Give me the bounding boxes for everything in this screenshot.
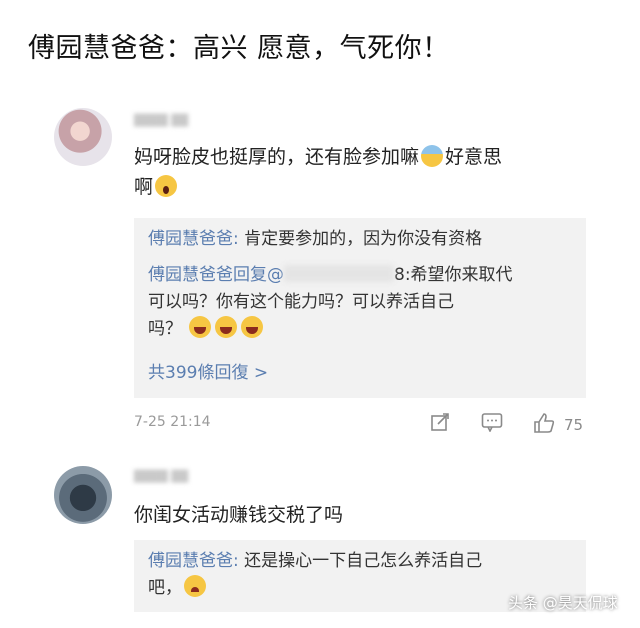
reply-user-link[interactable]: 傅园慧爸爸: [148,551,239,571]
comment-line1: 妈呀脸皮也挺厚的，还有脸参加嘛 [134,146,420,168]
comment-tail: 好意思 [445,146,503,168]
sweat-emoji-icon [421,145,444,167]
comment-icon[interactable] [480,412,504,436]
reply-1: 傅园慧爸爸: 还是操心一下自己怎么养活自己 吧， [148,548,482,602]
reply-box[interactable]: 傅园慧爸爸: 肯定要参加的，因为你没有资格 傅园慧爸爸回复@ 8:希望你来取代 可… [134,218,586,398]
timestamp: 7-25 21:14 [134,414,211,430]
avatar[interactable] [54,108,112,166]
laugh-emoji-icon [241,316,264,338]
reply-text: 肯定要参加的，因为你没有资格 [238,229,483,249]
share-icon[interactable] [428,412,452,436]
reply-text: 希望你来取代 [410,265,513,285]
scream-emoji-icon [155,175,178,197]
more-replies-link[interactable]: 共399條回復 > [148,358,268,383]
comment-text: 你闺女活动赚钱交税了吗 [134,504,344,526]
reply-text-line3: 吗？ [148,319,182,339]
reply-2: 傅园慧爸爸回复@ 8:希望你来取代 可以吗？你有这个能力吗？可以养活自己 吗？ [148,262,513,343]
cry-emoji-icon [184,575,206,597]
reply-text-line2: 可以吗？你有这个能力吗？可以养活自己 [148,292,454,312]
comment-text: 妈呀脸皮也挺厚的，还有脸参加嘛 好意思 啊 [134,142,502,202]
laugh-emoji-icon [215,316,238,338]
avatar[interactable] [54,466,112,524]
username-blurred[interactable]: ████ ██ [134,114,188,127]
reply-user-link[interactable]: 傅园慧爸爸: [148,229,239,249]
comment-line2: 啊 [134,176,154,198]
headline: 傅园慧爸爸：高兴 愿意，气死你！ [28,33,450,64]
mention-link[interactable]: @ [267,265,284,285]
reply-1: 傅园慧爸爸: 肯定要参加的，因为你没有资格 [148,226,482,253]
mention-suffix: 8: [394,265,411,285]
laugh-emoji-icon [189,316,212,338]
username-blurred[interactable]: ████ ██ [134,470,188,483]
reply-user-link[interactable]: 傅园慧爸爸回复 [148,265,267,285]
like-count: 75 [564,416,584,434]
blurred-username [284,265,394,282]
like-icon[interactable] [532,412,556,436]
watermark: 头条 @昊天侃球 [508,594,618,612]
reply-text: 还是操心一下自己怎么养活自己 [238,551,483,571]
reply-text-line2: 吧， [148,578,182,598]
